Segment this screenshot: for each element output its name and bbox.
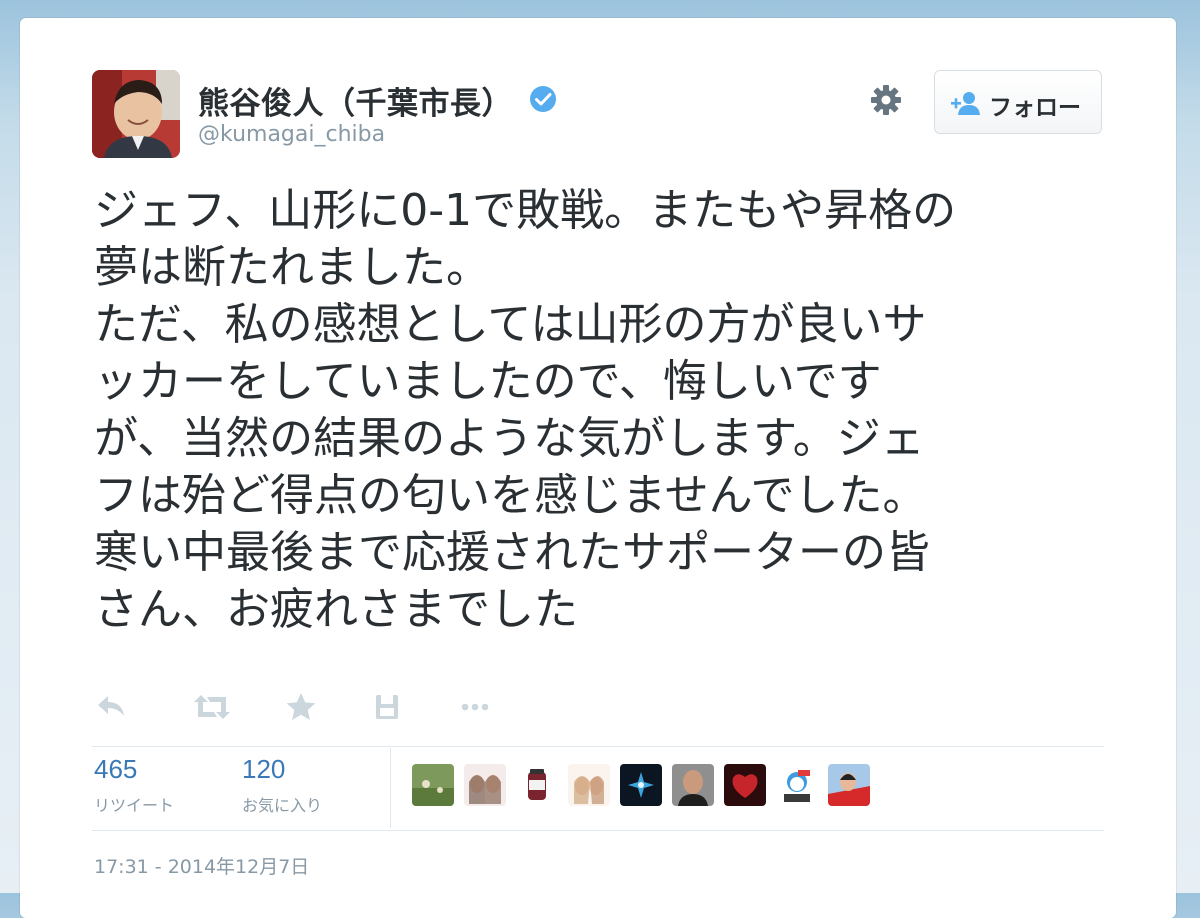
follow-button-label: フォロー	[989, 95, 1081, 121]
retweet-icon[interactable]	[190, 690, 234, 724]
tweet-line: 寒い中最後まで応援されたサポーターの皆	[94, 527, 930, 578]
verified-badge-icon	[530, 86, 556, 112]
stats-vertical-divider	[390, 748, 391, 828]
tweet-line: ッカーをしていましたので、悔しいです	[94, 356, 882, 407]
retweet-label[interactable]: リツイート	[94, 792, 174, 816]
avatar[interactable]	[724, 764, 766, 806]
favorite-icon[interactable]	[282, 690, 320, 724]
tweet-line: が、当然の結果のような気がします。ジェ	[94, 413, 925, 464]
stats-divider-bottom	[92, 830, 1104, 831]
avatar[interactable]	[92, 70, 180, 158]
avatar[interactable]	[464, 764, 506, 806]
reply-icon[interactable]	[92, 690, 130, 724]
tweet-timestamp[interactable]: 17:31 - 2014年12月7日	[94, 852, 309, 879]
avatar[interactable]	[828, 764, 870, 806]
tweet-line: 夢は断たれました。	[94, 242, 490, 293]
user-handle[interactable]: @kumagai_chiba	[198, 122, 385, 147]
tweet-line: ジェフ、山形に0-1で敗戦。またもや昇格の	[94, 185, 957, 236]
retweet-count[interactable]: 465	[94, 754, 137, 785]
avatar[interactable]	[412, 764, 454, 806]
tweet-text: ジェフ、山形に0-1で敗戦。またもや昇格の 夢は断たれました。 ただ、私の感想と…	[94, 182, 1094, 638]
tweet-line: フは殆ど得点の匂いを感じませんでした。	[94, 470, 927, 521]
avatar[interactable]	[776, 764, 818, 806]
favorite-label[interactable]: お気に入り	[242, 792, 322, 816]
save-icon[interactable]	[368, 690, 406, 724]
stats-divider-top	[92, 746, 1104, 747]
more-icon[interactable]	[456, 690, 494, 724]
avatar[interactable]	[516, 764, 558, 806]
favorite-count[interactable]: 120	[242, 754, 285, 785]
user-name[interactable]: 熊谷俊人（千葉市長）	[198, 78, 513, 123]
avatar[interactable]	[568, 764, 610, 806]
follow-button[interactable]: フォロー	[934, 70, 1102, 134]
tweet-line: ただ、私の感想としては山形の方が良いサ	[94, 299, 927, 350]
avatar[interactable]	[620, 764, 662, 806]
gear-icon[interactable]	[868, 82, 904, 118]
tweet-line: さん、お疲れさまでした	[94, 584, 578, 635]
avatar[interactable]	[672, 764, 714, 806]
add-user-icon	[951, 92, 980, 115]
